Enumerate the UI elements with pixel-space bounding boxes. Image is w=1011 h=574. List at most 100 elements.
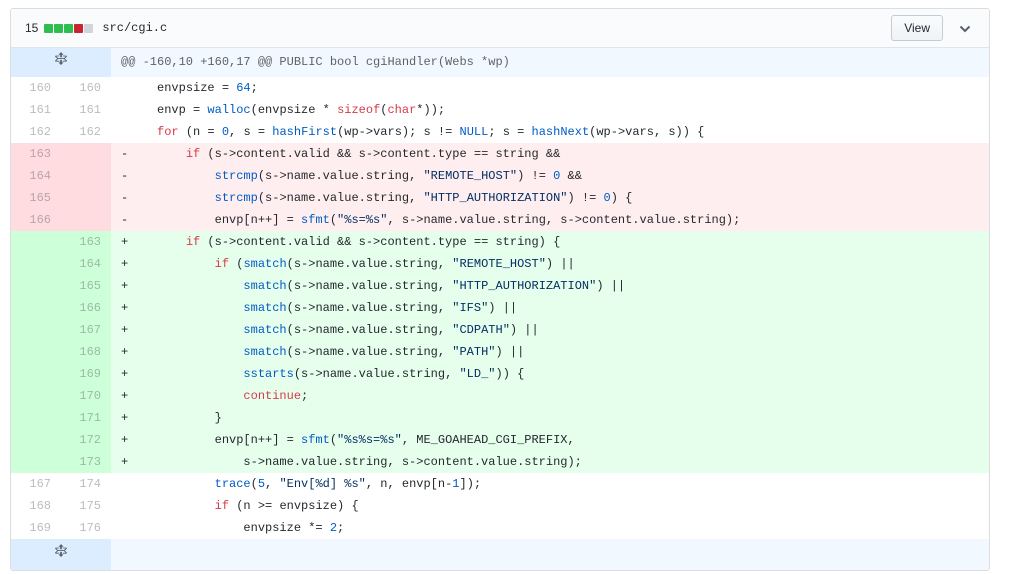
old-line-number[interactable] — [11, 429, 61, 451]
code-token: envpsize = — [128, 81, 236, 95]
code-token: s->name.value.string, s->content.value.s… — [128, 455, 582, 469]
code-token: (s->name.value.string, — [258, 191, 424, 205]
old-line-number[interactable]: 160 — [11, 77, 61, 99]
old-line-number[interactable] — [11, 297, 61, 319]
old-line-number[interactable] — [11, 275, 61, 297]
code-token: char — [387, 103, 416, 117]
old-line-number[interactable]: 168 — [11, 495, 61, 517]
new-line-number[interactable]: 163 — [61, 231, 111, 253]
expander-row-bottom — [11, 539, 989, 570]
code-token: if — [215, 499, 229, 513]
old-line-number[interactable] — [11, 451, 61, 473]
code-token: && — [560, 169, 582, 183]
code-cell: for (n = 0, s = hashFirst(wp->vars); s !… — [111, 121, 989, 143]
old-line-number[interactable]: 164 — [11, 165, 61, 187]
code-token: ) || — [510, 323, 539, 337]
code-cell: - if (s->content.valid && s->content.typ… — [111, 143, 989, 165]
diff-line: 168175 if (n >= envpsize) { — [11, 495, 989, 517]
new-line-number[interactable]: 170 — [61, 385, 111, 407]
new-line-number[interactable]: 164 — [61, 253, 111, 275]
new-line-number[interactable] — [61, 165, 111, 187]
new-line-number[interactable] — [61, 143, 111, 165]
code-token: "REMOTE_HOST" — [423, 169, 517, 183]
old-line-number[interactable] — [11, 363, 61, 385]
new-line-number[interactable]: 175 — [61, 495, 111, 517]
code-token: ; — [337, 521, 344, 535]
code-token — [128, 367, 243, 381]
file-options-dropdown[interactable] — [957, 19, 973, 38]
expand-below-button[interactable] — [11, 539, 111, 570]
code-token: (s->name.value.string, — [294, 367, 460, 381]
old-line-number[interactable] — [11, 407, 61, 429]
code-token: hashNext — [532, 125, 590, 139]
diffstat-block-neutral — [84, 24, 93, 33]
old-line-number[interactable] — [11, 231, 61, 253]
new-line-number[interactable]: 167 — [61, 319, 111, 341]
code-token: sizeof — [337, 103, 380, 117]
code-token: , ME_GOAHEAD_CGI_PREFIX, — [402, 433, 575, 447]
new-line-number[interactable]: 166 — [61, 297, 111, 319]
code-token: , s->name.value.string, s->content.value… — [387, 213, 740, 227]
old-line-number[interactable] — [11, 253, 61, 275]
old-line-number[interactable]: 163 — [11, 143, 61, 165]
view-button[interactable]: View — [891, 15, 943, 41]
changes-count: 15 — [25, 21, 38, 35]
new-line-number[interactable]: 161 — [61, 99, 111, 121]
code-token: ; s = — [488, 125, 531, 139]
code-token: ; — [251, 81, 258, 95]
new-line-number[interactable]: 168 — [61, 341, 111, 363]
diff-line: 170+ continue; — [11, 385, 989, 407]
code-token: ( — [251, 477, 258, 491]
new-line-number[interactable]: 174 — [61, 473, 111, 495]
diffstat-block-del — [74, 24, 83, 33]
old-line-number[interactable] — [11, 319, 61, 341]
diffstat-block-add — [44, 24, 53, 33]
diff-line: 165+ smatch(s->name.value.string, "HTTP_… — [11, 275, 989, 297]
old-line-number[interactable]: 167 — [11, 473, 61, 495]
new-line-number[interactable]: 172 — [61, 429, 111, 451]
new-line-number[interactable]: 165 — [61, 275, 111, 297]
old-line-number[interactable]: 162 — [11, 121, 61, 143]
diff-line: 167+ smatch(s->name.value.string, "CDPAT… — [11, 319, 989, 341]
code-token — [128, 301, 243, 315]
expand-hunk-button[interactable] — [11, 48, 111, 77]
new-line-number[interactable]: 171 — [61, 407, 111, 429]
code-token: ) != — [517, 169, 553, 183]
code-token: (s->name.value.string, — [287, 345, 453, 359]
old-line-number[interactable]: 165 — [11, 187, 61, 209]
code-cell: + if (s->content.valid && s->content.typ… — [111, 231, 989, 253]
code-cell: envp = walloc(envpsize * sizeof(char*)); — [111, 99, 989, 121]
code-cell: + smatch(s->name.value.string, "PATH") |… — [111, 341, 989, 363]
new-line-number[interactable] — [61, 187, 111, 209]
code-token — [128, 191, 214, 205]
code-cell: trace(5, "Env[%d] %s", n, envp[n-1]); — [111, 473, 989, 495]
code-token: "HTTP_AUTHORIZATION" — [452, 279, 596, 293]
diff-line: 167174 trace(5, "Env[%d] %s", n, envp[n-… — [11, 473, 989, 495]
old-line-number[interactable] — [11, 341, 61, 363]
new-line-number[interactable] — [61, 209, 111, 231]
code-token: smatch — [243, 345, 286, 359]
old-line-number[interactable] — [11, 385, 61, 407]
old-line-number[interactable]: 166 — [11, 209, 61, 231]
code-token: (n = — [179, 125, 222, 139]
new-line-number[interactable]: 173 — [61, 451, 111, 473]
file-name-link[interactable]: src/cgi.c — [102, 21, 167, 35]
code-token — [128, 389, 243, 403]
diff-line: 165- strcmp(s->name.value.string, "HTTP_… — [11, 187, 989, 209]
new-line-number[interactable]: 162 — [61, 121, 111, 143]
hunk-header-row: @@ -160,10 +160,17 @@ PUBLIC bool cgiHan… — [11, 48, 989, 77]
code-cell: + s->name.value.string, s->content.value… — [111, 451, 989, 473]
diff-line: 162162 for (n = 0, s = hashFirst(wp->var… — [11, 121, 989, 143]
diff-line: 171+ } — [11, 407, 989, 429]
old-line-number[interactable]: 161 — [11, 99, 61, 121]
diff-line: 173+ s->name.value.string, s->content.va… — [11, 451, 989, 473]
code-token: (s->name.value.string, — [287, 301, 453, 315]
new-line-number[interactable]: 176 — [61, 517, 111, 539]
new-line-number[interactable]: 169 — [61, 363, 111, 385]
diff-line: 163 - if (s->content.valid && s->content.… — [11, 143, 989, 165]
code-token: ) { — [611, 191, 633, 205]
new-line-number[interactable]: 160 — [61, 77, 111, 99]
code-token: "PATH" — [452, 345, 495, 359]
code-token: trace — [215, 477, 251, 491]
old-line-number[interactable]: 169 — [11, 517, 61, 539]
